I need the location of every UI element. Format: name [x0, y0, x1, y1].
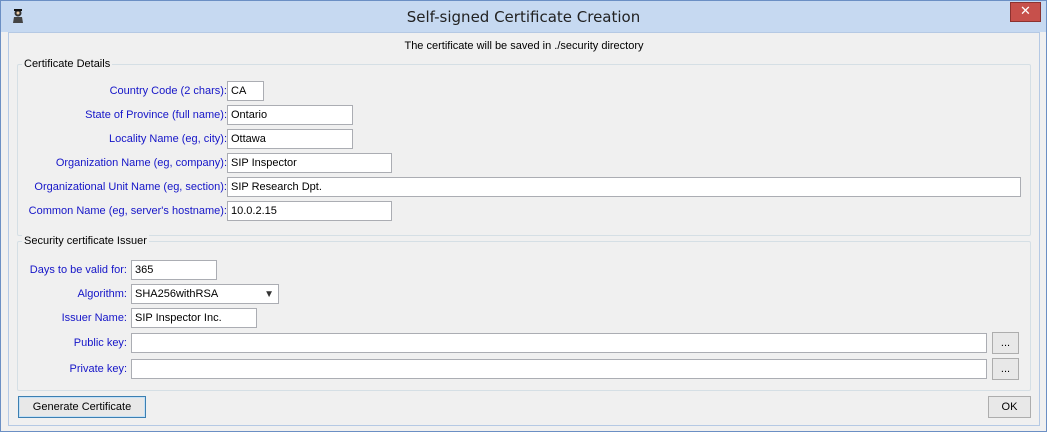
common-name-input[interactable]: 10.0.2.15 — [227, 201, 392, 221]
certificate-details-group: Certificate Details Country Code (2 char… — [17, 58, 1031, 236]
algorithm-label: Algorithm: — [77, 288, 127, 300]
organization-label: Organization Name (eg, company): — [55, 157, 227, 169]
public-key-input[interactable] — [131, 333, 987, 353]
state-label: State of Province (full name): — [85, 109, 227, 121]
locality-label: Locality Name (eg, city): — [109, 133, 227, 145]
state-input[interactable]: Ontario — [227, 105, 353, 125]
certificate-dialog: Self-signed Certificate Creation ✕ The c… — [0, 0, 1047, 432]
ok-button[interactable]: OK — [988, 396, 1031, 418]
private-key-label: Private key: — [69, 363, 127, 375]
generate-certificate-button[interactable]: Generate Certificate — [18, 396, 146, 418]
private-key-browse-button[interactable]: ... — [992, 358, 1019, 380]
public-key-label: Public key: — [73, 337, 127, 349]
window-title: Self-signed Certificate Creation — [406, 8, 641, 26]
country-code-label: Country Code (2 chars): — [109, 85, 227, 97]
issuer-legend: Security certificate Issuer — [22, 235, 149, 247]
dialog-content: The certificate will be saved in ./secur… — [8, 32, 1040, 426]
locality-input[interactable]: Ottawa — [227, 129, 353, 149]
algorithm-select[interactable]: SHA256withRSA ▼ — [131, 284, 279, 304]
organizational-unit-input[interactable]: SIP Research Dpt. — [227, 177, 1021, 197]
close-button[interactable]: ✕ — [1010, 2, 1041, 22]
organizational-unit-label: Organizational Unit Name (eg, section): — [34, 181, 227, 193]
organization-input[interactable]: SIP Inspector — [227, 153, 392, 173]
issuer-group: Security certificate Issuer Days to be v… — [17, 235, 1031, 391]
chevron-down-icon: ▼ — [264, 289, 274, 300]
issuer-name-input[interactable]: SIP Inspector Inc. — [131, 308, 257, 328]
certificate-details-legend: Certificate Details — [22, 58, 113, 70]
public-key-browse-button[interactable]: ... — [992, 332, 1019, 354]
title-bar: Self-signed Certificate Creation ✕ — [1, 1, 1046, 32]
days-valid-label: Days to be valid for: — [29, 264, 127, 276]
country-code-input[interactable]: CA — [227, 81, 264, 101]
common-name-label: Common Name (eg, server's hostname): — [28, 205, 227, 217]
close-icon: ✕ — [1020, 4, 1031, 19]
issuer-name-label: Issuer Name: — [61, 312, 127, 324]
private-key-input[interactable] — [131, 359, 987, 379]
save-location-notice: The certificate will be saved in ./secur… — [404, 40, 644, 52]
days-valid-input[interactable]: 365 — [131, 260, 217, 280]
algorithm-value: SHA256withRSA — [135, 288, 219, 300]
